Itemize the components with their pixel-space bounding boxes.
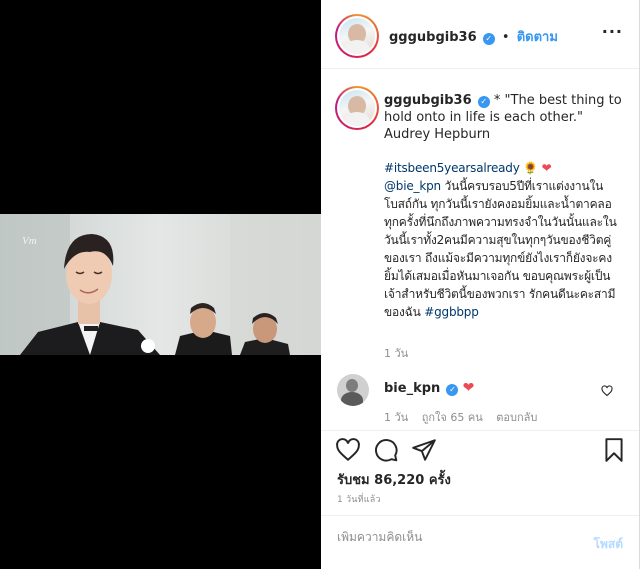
red-heart-emoji-icon: ❤ xyxy=(462,380,475,396)
hashtag-link[interactable]: #itsbeen5yearsalready xyxy=(384,161,520,175)
post-media: Vm xyxy=(0,0,321,569)
more-options-icon[interactable]: ··· xyxy=(602,22,623,41)
comment-bubble-icon[interactable] xyxy=(373,437,399,463)
post-sidebar: gggubgib36 ✓ • ติดตาม ··· gggubgib36 ✓ *… xyxy=(321,0,640,569)
red-heart-emoji-icon: ❤ xyxy=(541,161,552,175)
sunflower-emoji-icon: 🌻 xyxy=(523,161,538,175)
wedding-photo: Vm xyxy=(0,214,321,355)
comment-time[interactable]: 1 วัน xyxy=(384,411,408,424)
instagram-post: Vm gggubgib36 ✓ • ติดตาม ··· gggubgib36 … xyxy=(0,0,640,569)
post-photo[interactable]: Vm xyxy=(0,214,321,355)
caption-avatar[interactable] xyxy=(339,90,375,126)
end-hashtag-link[interactable]: #ggbbpp xyxy=(424,305,479,319)
mention-link[interactable]: @bie_kpn xyxy=(384,179,441,193)
caption-username[interactable]: gggubgib36 xyxy=(384,93,472,108)
header-divider xyxy=(321,68,639,69)
like-heart-icon[interactable] xyxy=(335,437,361,463)
save-bookmark-icon[interactable] xyxy=(601,437,627,463)
caption-story-ring[interactable] xyxy=(335,86,379,130)
comment-likes[interactable]: ถูกใจ 65 คน xyxy=(422,411,483,424)
author-username[interactable]: gggubgib36 xyxy=(389,30,477,45)
separator-dot: • xyxy=(501,30,510,45)
share-paper-plane-icon[interactable] xyxy=(411,437,437,463)
verified-badge-icon: ✓ xyxy=(482,33,495,45)
follow-button[interactable]: ติดตาม xyxy=(517,30,558,45)
composer-divider xyxy=(321,515,639,516)
comment-input[interactable] xyxy=(337,530,587,544)
actions-divider xyxy=(321,430,639,431)
post-time-ago[interactable]: 1 วันที่แล้ว xyxy=(337,492,381,506)
caption-text: วันนี้ครบรอบ5ปีที่เราแต่งงานในโบสถ์กัน ท… xyxy=(384,179,617,319)
comment-meta: 1 วัน ถูกใจ 65 คน ตอบกลับ xyxy=(384,408,537,426)
reply-button[interactable]: ตอบกลับ xyxy=(496,411,537,424)
view-count[interactable]: รับชม 86,220 ครั้ง xyxy=(337,469,451,490)
commenter-avatar[interactable] xyxy=(337,374,369,406)
caption-time[interactable]: 1 วัน xyxy=(384,344,408,362)
verified-badge-icon: ✓ xyxy=(477,96,490,108)
comment-like-heart-icon[interactable] xyxy=(601,385,613,397)
media-watermark: Vm xyxy=(22,235,37,247)
caption-quote-block: gggubgib36 ✓ * "The best thing to hold o… xyxy=(384,92,624,143)
story-ring[interactable] xyxy=(335,14,379,58)
verified-badge-icon: ✓ xyxy=(446,384,459,396)
post-comment-button[interactable]: โพสต์ xyxy=(594,535,623,554)
commenter-username[interactable]: bie_kpn xyxy=(384,381,440,396)
author-avatar[interactable] xyxy=(339,18,375,54)
caption-body-block: #itsbeen5yearsalready 🌻 ❤ @bie_kpn วันนี… xyxy=(384,159,624,321)
